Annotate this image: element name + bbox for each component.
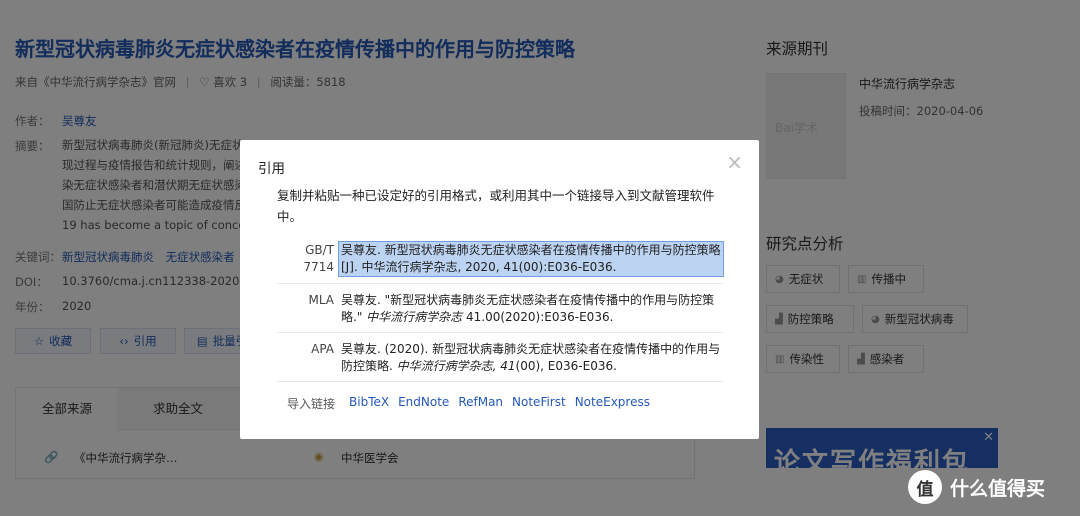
citation-text-apa[interactable]: 吴尊友. (2020). 新型冠状病毒肺炎无症状感染者在疫情传播中的作用与防控策… [341, 341, 721, 375]
import-links: 导入链接 BibTeX EndNote RefMan NoteFirst Not… [287, 395, 650, 412]
import-noteexpress-link[interactable]: NoteExpress [575, 395, 650, 412]
watermark: 值 什么值得买 [908, 470, 1045, 504]
import-notefirst-link[interactable]: NoteFirst [512, 395, 566, 412]
watermark-logo-icon: 值 [908, 470, 942, 504]
import-refman-link[interactable]: RefMan [458, 395, 503, 412]
format-apa-label: APA [311, 342, 334, 356]
format-gb-label: GB/T 7714 [303, 243, 334, 274]
format-mla-label: MLA [308, 293, 334, 307]
citation-text-gb[interactable]: 吴尊友. 新型冠状病毒肺炎无症状感染者在疫情传播中的作用与防控策略[J]. 中华… [338, 241, 724, 277]
import-bibtex-link[interactable]: BibTeX [349, 395, 389, 412]
modal-description: 复制并粘贴一种已设定好的引用格式，或利用其中一个链接导入到文献管理软件中。 [277, 188, 715, 224]
import-endnote-link[interactable]: EndNote [398, 395, 449, 412]
citation-modal: 引用 × 复制并粘贴一种已设定好的引用格式，或利用其中一个链接导入到文献管理软件… [240, 140, 759, 439]
modal-title: 引用 [258, 161, 285, 177]
import-label: 导入链接 [287, 397, 336, 411]
watermark-text: 什么值得买 [950, 477, 1046, 500]
citation-text-mla[interactable]: 吴尊友. "新型冠状病毒肺炎无症状感染者在疫情传播中的作用与防控策略." 中华流… [341, 292, 721, 326]
close-icon[interactable]: × [726, 152, 743, 172]
citation-row-apa: APA 吴尊友. (2020). 新型冠状病毒肺炎无症状感染者在疫情传播中的作用… [277, 333, 723, 382]
citation-row-mla: MLA 吴尊友. "新型冠状病毒肺炎无症状感染者在疫情传播中的作用与防控策略."… [277, 284, 723, 333]
citation-row-gb: GB/T 7714 吴尊友. 新型冠状病毒肺炎无症状感染者在疫情传播中的作用与防控… [277, 237, 724, 284]
